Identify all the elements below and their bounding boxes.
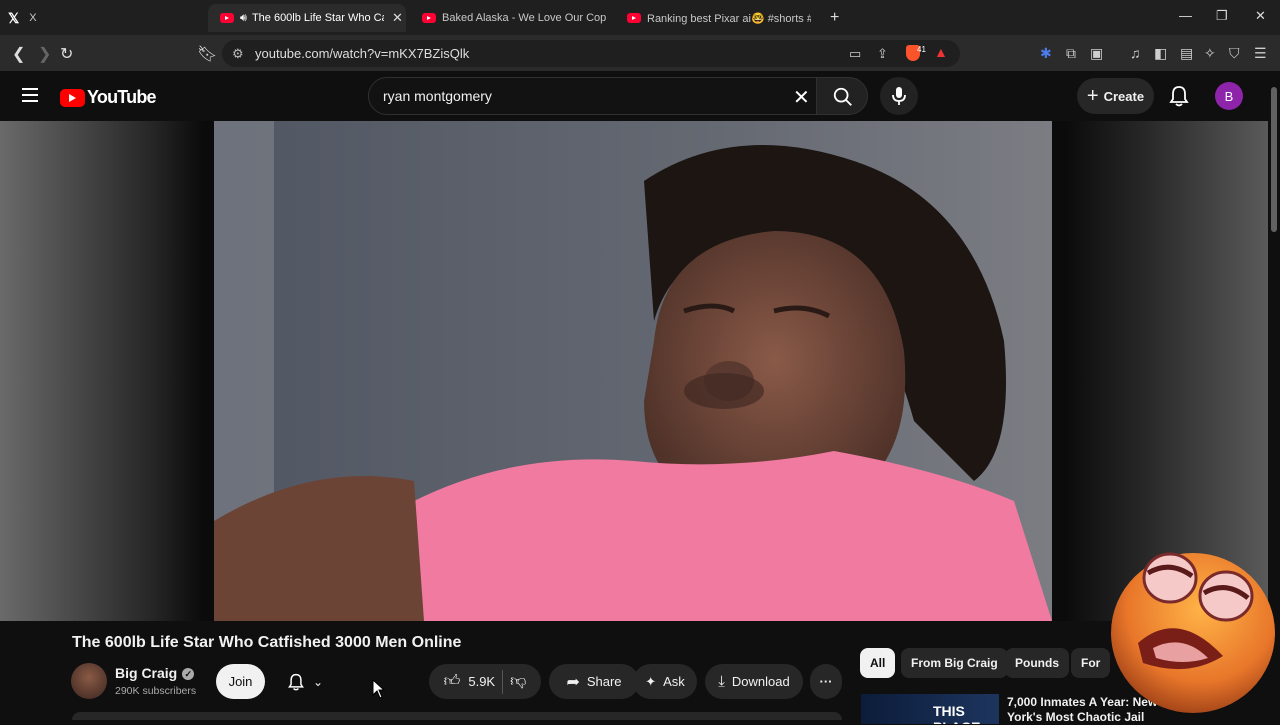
window-close-icon[interactable]: ✕ xyxy=(1255,8,1266,24)
ask-button[interactable]: ✦ Ask xyxy=(633,664,697,699)
guide-menu-icon[interactable] xyxy=(22,88,38,102)
youtube-play-icon xyxy=(60,88,85,107)
like-dislike-group: 👍︎ 5.9K 👎︎ xyxy=(429,664,541,699)
tab-label: The 600lb Life Star Who Catfis xyxy=(251,12,384,24)
microphone-icon xyxy=(892,87,906,105)
url-text: youtube.com/watch?v=mKX7BZisQlk xyxy=(255,46,470,61)
video-frame-image xyxy=(214,121,1052,621)
site-info-icon[interactable]: ⚙︎ xyxy=(232,40,244,67)
minimize-icon[interactable]: — xyxy=(1179,8,1192,23)
divider xyxy=(502,669,504,694)
tab-pixar-ranking[interactable]: Ranking best Pixar ai🤓 #shorts #pix xyxy=(627,4,813,32)
scroll-thumb[interactable] xyxy=(1271,87,1277,232)
sparkle-icon: ✦ xyxy=(645,673,657,689)
wallet-icon[interactable]: ▤ xyxy=(1180,45,1193,62)
download-button[interactable]: ⤓ Download xyxy=(705,664,803,699)
share-label: Share xyxy=(586,674,622,689)
youtube-header: YouTube ryan montgomery ✕ + Create B xyxy=(0,71,1268,121)
share-arrow-icon: ➦ xyxy=(566,673,580,691)
tab-label: Ranking best Pixar ai🤓 #shorts #pix xyxy=(647,12,811,25)
chip-pounds[interactable]: Pounds xyxy=(1005,648,1069,678)
youtube-favicon-icon xyxy=(627,13,641,23)
video-title: The 600lb Life Star Who Catfished 3000 M… xyxy=(72,634,462,651)
forward-icon[interactable]: ❯ xyxy=(38,44,51,64)
download-label: Download xyxy=(731,674,790,689)
thumbs-up-icon: 👍︎ xyxy=(443,673,461,690)
screenshot-icon[interactable]: ▣ xyxy=(1090,45,1103,62)
bell-icon xyxy=(288,673,304,691)
brave-rewards-icon[interactable]: ▲ xyxy=(934,39,948,66)
address-toolbar: ❮ ❯ ↻ 🔖︎ ⚙︎ youtube.com/watch?v=mKX7BZis… xyxy=(0,35,1280,71)
cast-icon[interactable]: ▭ xyxy=(849,40,861,67)
like-button[interactable]: 👍︎ 5.9K xyxy=(444,672,495,691)
leo-ai-icon[interactable]: ✧ xyxy=(1204,45,1216,62)
x-logo-icon: 𝕏 xyxy=(8,9,20,26)
channel-name-link[interactable]: Big Craig ✓ xyxy=(115,665,195,681)
back-icon[interactable]: ❮ xyxy=(12,44,25,64)
join-button[interactable]: Join xyxy=(216,664,265,699)
search-button[interactable] xyxy=(816,77,868,115)
shield-badge: 41 xyxy=(917,45,926,54)
audio-playing-icon[interactable]: 🔊︎ xyxy=(240,12,247,25)
voice-search-button[interactable] xyxy=(880,77,918,115)
more-actions-button[interactable]: ··· xyxy=(810,664,842,699)
chip-from-channel[interactable]: From Big Craig xyxy=(901,648,1008,678)
url-field[interactable]: ⚙︎ youtube.com/watch?v=mKX7BZisQlk ▭ ⇪ 4… xyxy=(222,40,960,67)
account-avatar[interactable]: B xyxy=(1215,82,1243,110)
media-icon[interactable]: ♫ xyxy=(1130,45,1141,61)
create-button[interactable]: + Create xyxy=(1077,78,1154,114)
ask-label: Ask xyxy=(663,674,685,689)
more-dots-icon: ··· xyxy=(819,674,833,689)
thumbnail-text: THIS PLACE xyxy=(933,703,980,724)
youtube-logo[interactable]: YouTube xyxy=(60,87,157,108)
tab-close-icon[interactable]: ✕ xyxy=(392,10,403,26)
browser-tab-strip: 𝕏 X 🔊︎ The 600lb Life Star Who Catfis ✕ … xyxy=(0,0,1280,35)
download-icon: ⤓ xyxy=(718,673,725,690)
browser-menu-icon[interactable]: ☰ xyxy=(1254,45,1267,62)
logo-text: YouTube xyxy=(87,87,157,107)
plus-icon: + xyxy=(1086,84,1099,107)
share-page-icon[interactable]: ⇪ xyxy=(877,40,888,67)
tab-baked-alaska[interactable]: Baked Alaska - We Love Our Cops [LI xyxy=(422,4,608,32)
share-button[interactable]: ➦ Share xyxy=(549,664,639,699)
chevron-down-icon: ⌄ xyxy=(312,674,324,689)
search-value: ryan montgomery xyxy=(383,88,492,104)
chip-all[interactable]: All xyxy=(860,648,896,678)
subscription-notifications-button[interactable]: ⌄ xyxy=(274,664,336,699)
verified-check-icon: ✓ xyxy=(182,668,195,680)
youtube-favicon-icon xyxy=(220,13,234,23)
notifications-bell-icon[interactable] xyxy=(1168,84,1190,108)
channel-name: Big Craig xyxy=(115,665,178,681)
reload-icon[interactable]: ↻ xyxy=(60,44,73,64)
tab-active-video[interactable]: 🔊︎ The 600lb Life Star Who Catfis ✕ xyxy=(208,4,406,32)
channel-avatar[interactable] xyxy=(71,663,107,699)
thumbs-down-icon: 👎︎ xyxy=(510,673,527,690)
clear-search-icon[interactable]: ✕ xyxy=(793,85,810,110)
tab-label: X xyxy=(29,12,37,24)
search-input[interactable]: ryan montgomery ✕ xyxy=(368,77,822,115)
extensions-icon[interactable]: ⧉ xyxy=(1066,45,1076,62)
vpn-icon[interactable]: ✱ xyxy=(1040,45,1052,62)
description-box[interactable] xyxy=(72,712,842,720)
youtube-favicon-icon xyxy=(422,13,436,23)
subscriber-count: 290K subscribers xyxy=(115,685,197,697)
like-count: 5.9K xyxy=(468,674,496,689)
search-icon xyxy=(833,87,852,106)
tab-x[interactable]: 𝕏 X xyxy=(8,4,58,32)
emoji-sticker-overlay xyxy=(1111,552,1275,713)
restore-icon[interactable]: ❐ xyxy=(1216,8,1228,24)
video-player[interactable] xyxy=(214,121,1052,621)
create-label: Create xyxy=(1103,88,1145,104)
sidebar-icon[interactable]: ◧ xyxy=(1154,45,1167,62)
mouse-cursor-icon xyxy=(372,679,386,699)
vpn-shield-icon[interactable]: ⛉ xyxy=(1229,45,1240,62)
dislike-button[interactable]: 👎︎ xyxy=(510,672,526,691)
bookmark-icon[interactable]: 🔖︎ xyxy=(197,44,217,64)
tab-label: Baked Alaska - We Love Our Cops [LI xyxy=(442,12,606,24)
new-tab-button[interactable]: + xyxy=(830,4,846,32)
